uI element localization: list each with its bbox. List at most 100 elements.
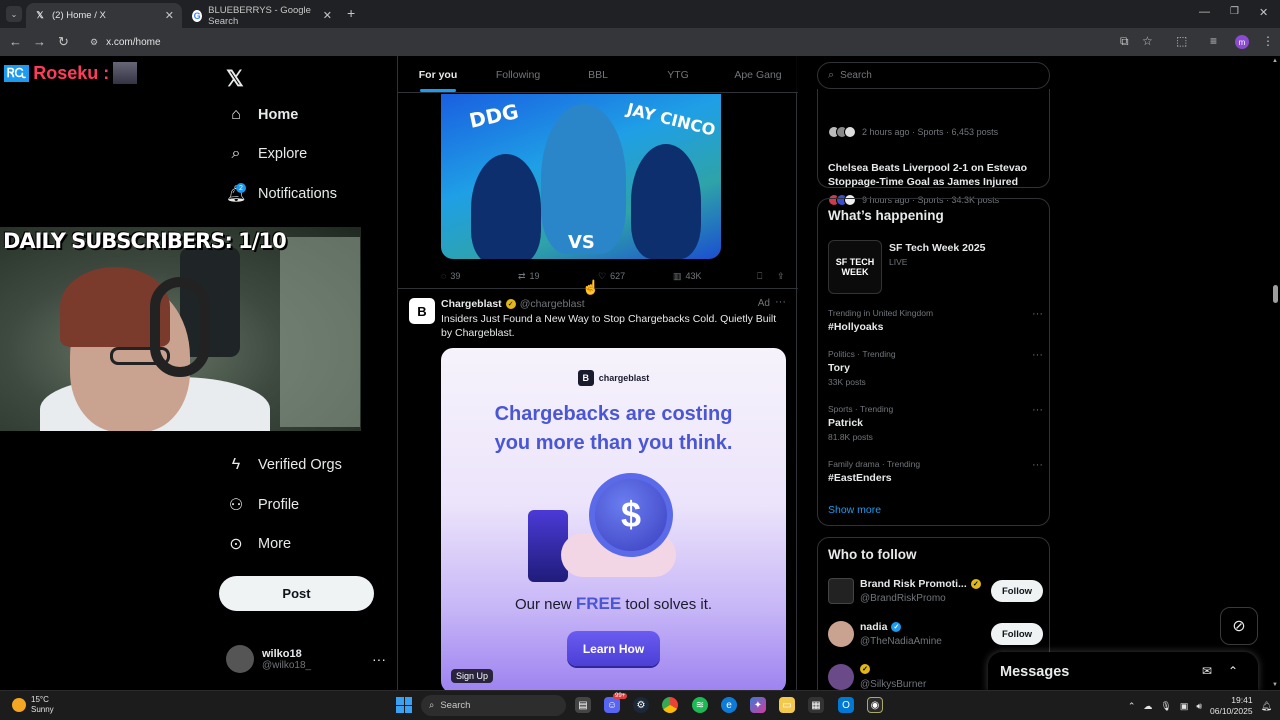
spotify-taskbar-icon[interactable]: ≋ <box>692 697 708 713</box>
views-button[interactable]: ▥ 43K <box>673 268 757 284</box>
trend-item[interactable]: Sports · Trending Patrick 81.8K posts ··… <box>828 404 1043 442</box>
tab-for-you[interactable]: For you <box>398 56 478 92</box>
scroll-up-icon[interactable]: ▲ <box>1272 58 1278 64</box>
scroll-down-icon[interactable]: ▼ <box>1272 682 1278 688</box>
follow-suggestion[interactable]: nadia ✓ @TheNadiaAmine Follow <box>828 621 1043 651</box>
share-button[interactable]: ⇪ <box>777 268 785 284</box>
account-switcher[interactable]: wilko18 @wilko18_ ··· <box>226 642 386 676</box>
tab-search-menu-icon[interactable]: ⌄ <box>6 6 22 22</box>
ad-media[interactable]: B chargeblast Chargebacks are costing yo… <box>441 348 786 690</box>
bookmark-button[interactable]: ⎕ <box>757 268 777 284</box>
ad-tweet[interactable]: B Chargeblast ✓ @chargeblast Ad ··· Insi… <box>398 288 798 690</box>
event-title[interactable]: SF Tech Week 2025 <box>889 242 986 254</box>
tray-chevron-icon[interactable]: ⌃ <box>1128 701 1136 712</box>
trend-item[interactable]: Family drama · Trending #EastEnders ··· <box>828 459 1043 484</box>
search-input[interactable]: ⌕ Search <box>817 62 1050 89</box>
nav-explore[interactable]: ⌕ Explore <box>226 145 308 163</box>
media-person-right <box>631 144 701 259</box>
taskbar-search[interactable]: ⌕ Search <box>421 695 566 716</box>
reload-icon[interactable]: ↻ <box>58 34 69 50</box>
more-dots-icon[interactable]: ··· <box>775 296 786 308</box>
nav-verified-orgs-label: Verified Orgs <box>258 457 342 473</box>
news-headline[interactable]: Chelsea Beats Liverpool 2-1 on Estevao S… <box>828 162 1043 189</box>
folder-taskbar-icon[interactable]: ▭ <box>779 697 795 713</box>
edge-taskbar-icon[interactable]: e <box>721 697 737 713</box>
tweet-media[interactable]: DDG JAY CINCO VS <box>441 94 721 259</box>
site-info-icon[interactable]: ⚙ <box>90 37 98 48</box>
network-icon[interactable]: ▣ <box>1180 701 1189 712</box>
media-control-icon[interactable]: ≡ <box>1210 34 1217 48</box>
nav-more[interactable]: ⊙ More <box>226 534 291 554</box>
tab-ape-gang[interactable]: Ape Gang <box>718 56 798 92</box>
extensions-icon[interactable]: ⬚ <box>1176 34 1187 48</box>
taskbar-clock[interactable]: 19:41 06/10/2025 <box>1210 695 1253 717</box>
close-tab-icon[interactable]: ✕ <box>323 9 332 22</box>
like-button[interactable]: ♡ 627 <box>598 268 673 284</box>
restore-icon[interactable]: ❐ <box>1230 6 1239 17</box>
more-dots-icon[interactable]: ··· <box>1032 404 1043 416</box>
tab-ytg[interactable]: YTG <box>638 56 718 92</box>
grok-icon[interactable]: ⊘ <box>1220 607 1258 645</box>
windows-start-icon[interactable] <box>396 697 412 713</box>
steam-taskbar-icon[interactable]: ⚙ <box>633 697 649 713</box>
install-app-icon[interactable]: ⧉ <box>1120 34 1129 49</box>
scrollbar-thumb[interactable] <box>1273 285 1278 303</box>
chat-app-taskbar-icon[interactable]: ☺ <box>604 697 620 713</box>
tweet-author-handle[interactable]: @chargeblast <box>520 298 585 310</box>
ad-label: Ad <box>757 298 770 309</box>
follow-button[interactable]: Follow <box>991 623 1043 645</box>
more-dots-icon[interactable]: ··· <box>1032 308 1043 320</box>
trend-item[interactable]: Trending in United Kingdom #Hollyoaks ··… <box>828 308 1043 333</box>
weather-widget[interactable]: 15°C Sunny <box>12 695 54 715</box>
avatar[interactable]: B <box>409 298 435 324</box>
more-dots-icon[interactable]: ··· <box>1032 459 1043 471</box>
notifications-icon[interactable]: 🔔︎ <box>1261 701 1272 712</box>
tab-following[interactable]: Following <box>478 56 558 92</box>
minimize-icon[interactable]: — <box>1199 6 1210 18</box>
post-button[interactable]: Post <box>219 576 374 611</box>
forward-icon[interactable]: → <box>33 34 46 49</box>
follow-name: nadia ✓ <box>860 621 902 633</box>
tweet-author-name[interactable]: Chargeblast <box>441 298 502 310</box>
browser-tab-x-home[interactable]: 𝕏 (2) Home / X ✕ <box>26 3 182 28</box>
bookmark-star-icon[interactable]: ☆ <box>1142 34 1153 48</box>
close-tab-icon[interactable]: ✕ <box>165 9 174 22</box>
volume-icon[interactable]: 🔊︎ <box>1196 701 1202 712</box>
page-scrollbar[interactable]: ▲ ▼ <box>1271 56 1280 690</box>
cloud-icon[interactable]: ☁ <box>1143 701 1152 712</box>
back-icon[interactable]: ← <box>9 34 22 49</box>
news-meta[interactable]: 2 hours ago · Sports · 6,453 posts <box>828 126 998 138</box>
address-bar[interactable]: ⚙ x.com/home <box>80 31 1100 53</box>
file-explorer-taskbar-icon[interactable]: ▤ <box>575 697 591 713</box>
profile-avatar[interactable]: m <box>1235 35 1249 49</box>
nav-verified-orgs[interactable]: ϟ Verified Orgs <box>226 456 342 474</box>
store-taskbar-icon[interactable]: ▦ <box>808 697 824 713</box>
copilot-taskbar-icon[interactable]: ✦ <box>750 697 766 713</box>
new-tab-button[interactable]: + <box>347 5 355 21</box>
tab-bbl[interactable]: BBL <box>558 56 638 92</box>
like-count: 627 <box>610 271 626 281</box>
reply-button[interactable]: ◌ 39 <box>441 268 518 284</box>
sign-up-button[interactable]: Sign Up <box>451 669 494 683</box>
close-window-icon[interactable]: ✕ <box>1259 6 1268 19</box>
x-logo-icon[interactable]: 𝕏 <box>226 66 244 92</box>
expand-chevron-icon[interactable]: ⌃ <box>1228 664 1238 678</box>
show-more-link[interactable]: Show more <box>828 504 881 516</box>
news-avatars <box>828 126 856 138</box>
learn-how-button[interactable]: Learn How <box>567 631 660 666</box>
trend-item[interactable]: Politics · Trending Tory 33K posts ··· <box>828 349 1043 387</box>
follow-suggestion[interactable]: Brand Risk Promoti... ✓ @BrandRiskPromo F… <box>828 578 1043 608</box>
browser-menu-icon[interactable]: ⋮ <box>1262 34 1274 48</box>
microphone-icon[interactable]: 🎙︎ <box>1160 701 1171 712</box>
outlook-taskbar-icon[interactable]: O <box>838 697 854 713</box>
chrome-taskbar-icon[interactable] <box>662 697 678 713</box>
nav-profile[interactable]: ⚇ Profile <box>226 495 299 515</box>
browser-tab-google-search[interactable]: G BLUEBERRYS - Google Search ✕ <box>184 3 340 28</box>
obs-taskbar-icon[interactable]: ◉ <box>867 697 883 713</box>
new-message-icon[interactable]: ✉ <box>1202 664 1212 678</box>
event-image[interactable]: SF TECH WEEK <box>828 240 882 294</box>
follow-button[interactable]: Follow <box>991 580 1043 602</box>
more-dots-icon[interactable]: ··· <box>1032 349 1043 361</box>
nav-home[interactable]: ⌂ Home <box>226 106 298 124</box>
messages-drawer[interactable]: Messages ✉ ⌃ <box>988 652 1258 690</box>
